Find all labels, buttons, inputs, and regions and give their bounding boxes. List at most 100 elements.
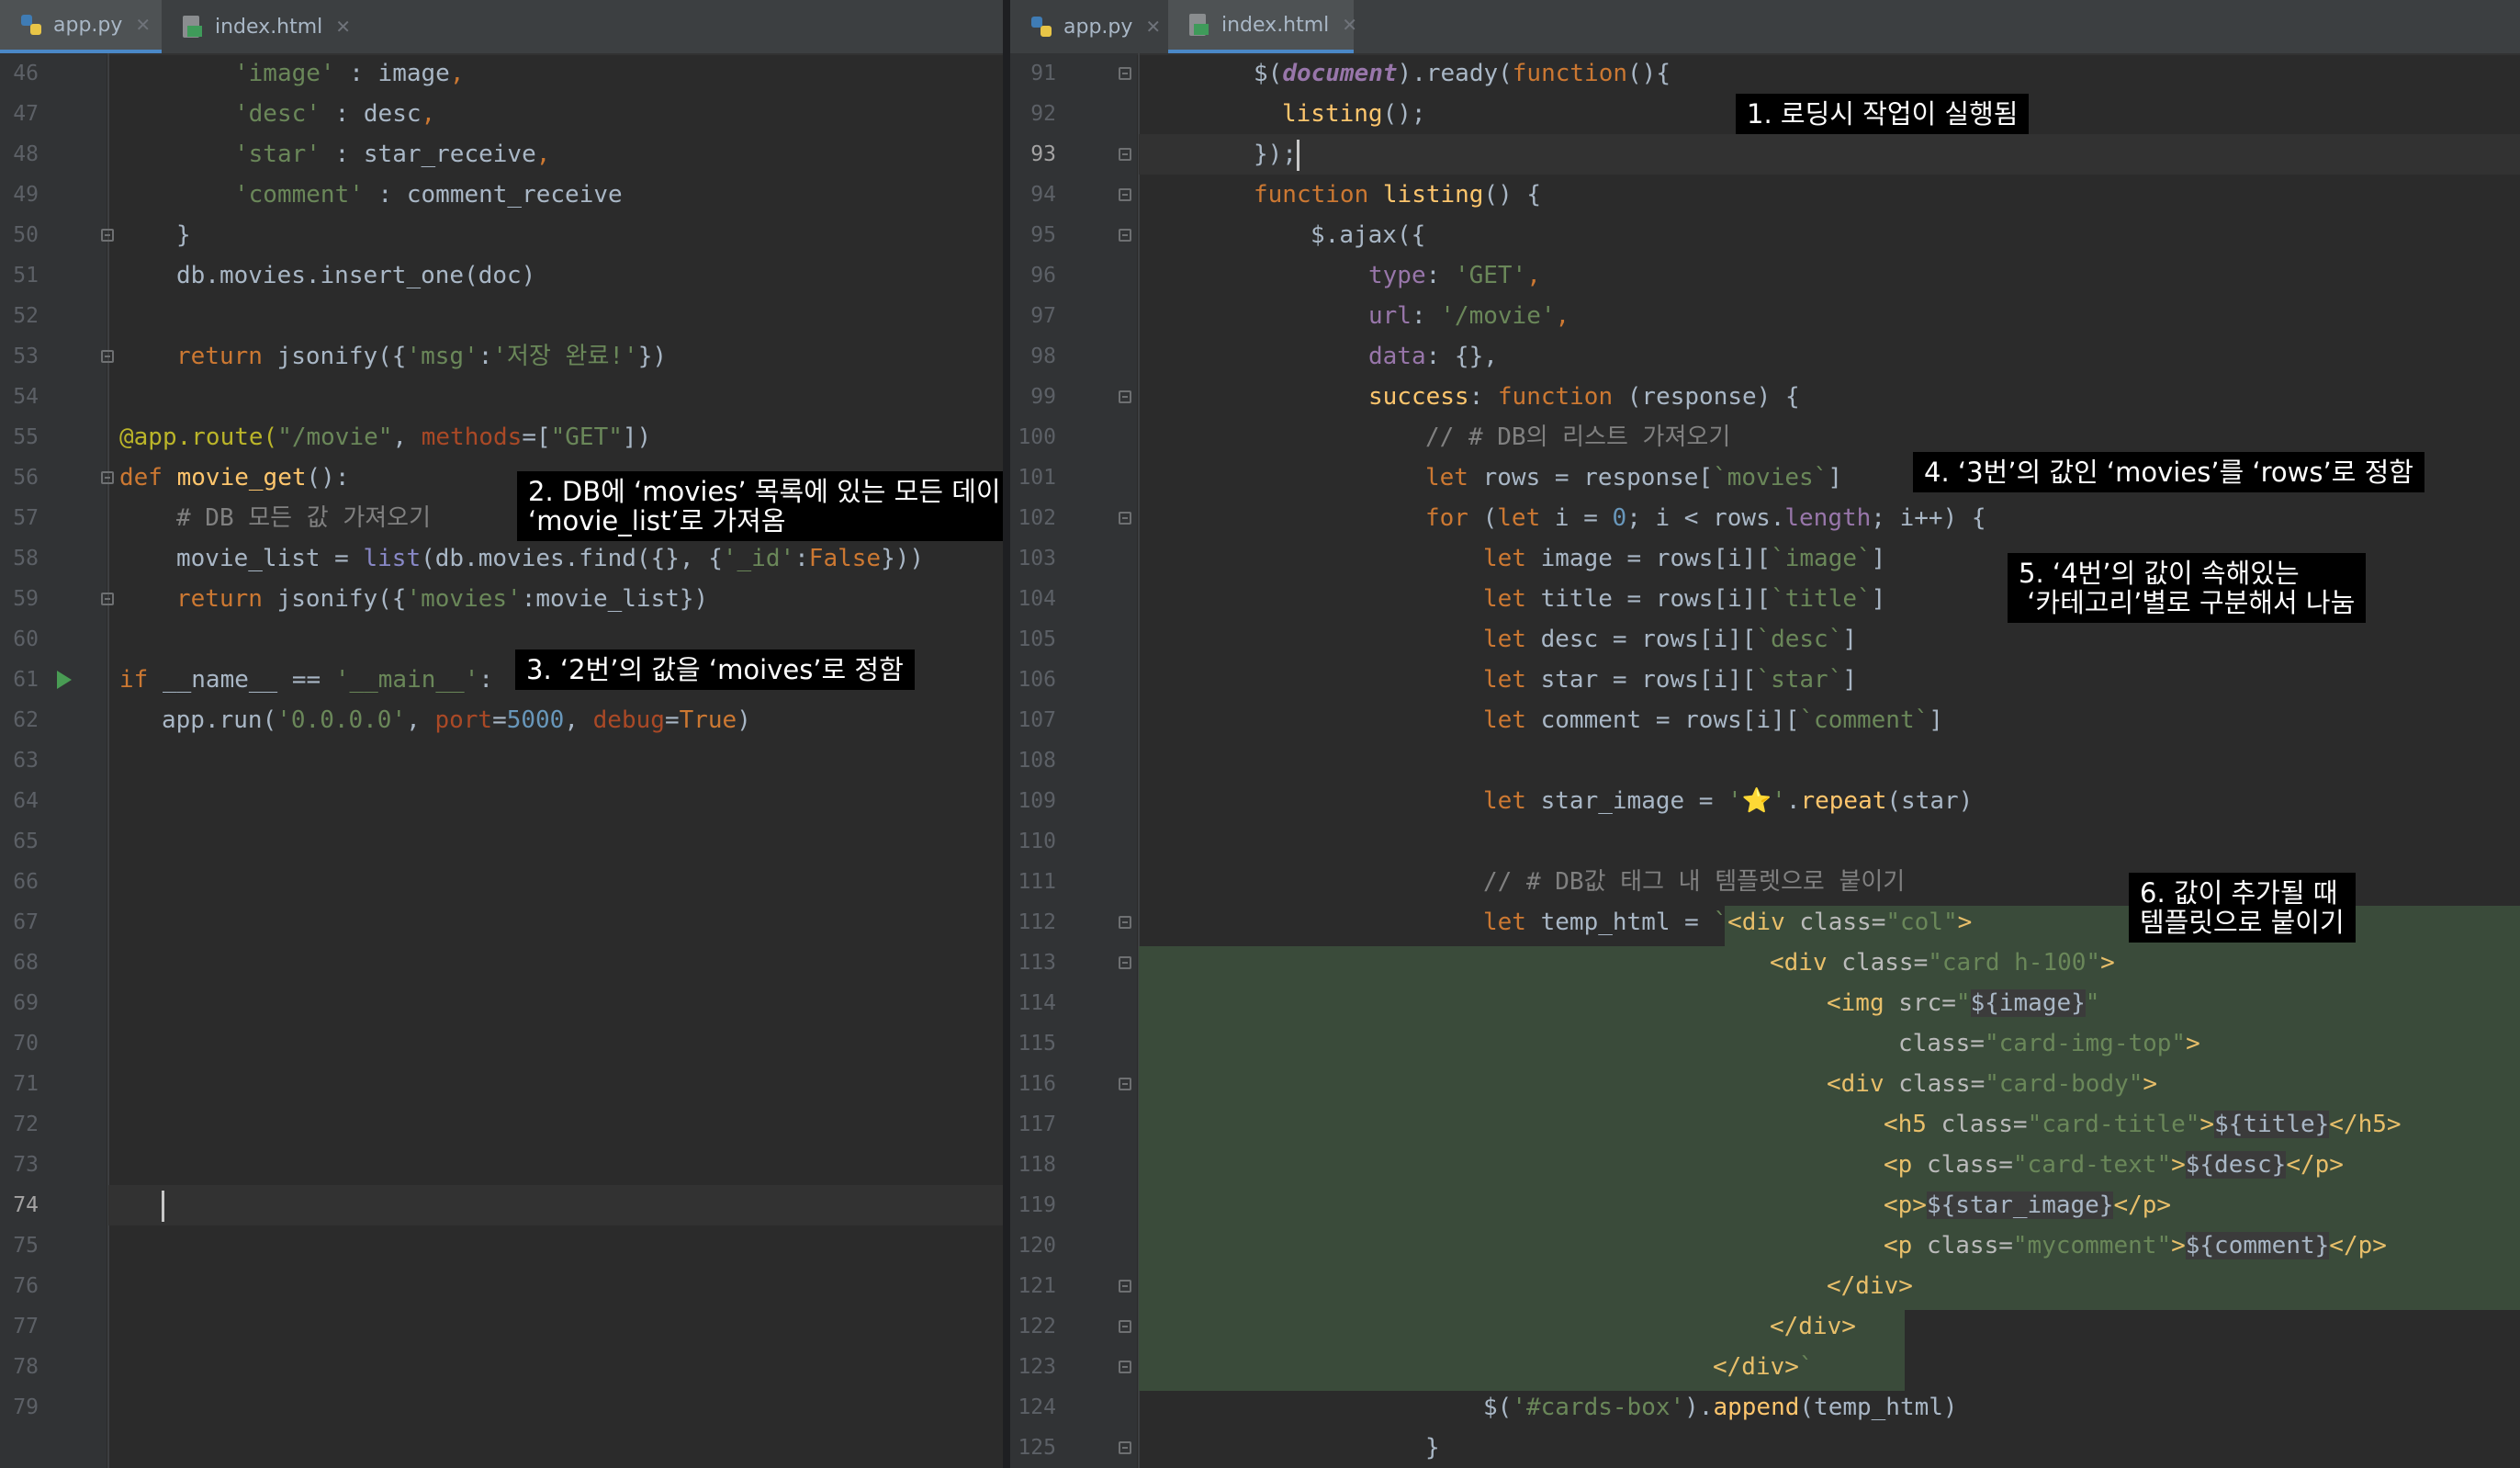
code-line-111[interactable]: // # DB값 태그 내 템플렛으로 붙이기 <box>1483 862 1905 902</box>
code-line-100[interactable]: // # DB의 리스트 가져오기 <box>1425 417 1730 457</box>
fold-marker-icon[interactable] <box>101 350 114 363</box>
code-line-51[interactable]: db.movies.insert_one(doc) <box>176 255 535 296</box>
line-number: 57 <box>13 506 39 530</box>
close-tab-icon[interactable]: ✕ <box>1342 14 1357 36</box>
code-line-96[interactable]: type: 'GET', <box>1368 255 1541 296</box>
code-line-121[interactable]: </div> <box>1827 1266 1913 1306</box>
code-line-57[interactable]: # DB 모든 값 가져오기 <box>176 498 431 538</box>
code-line-117[interactable]: <h5 class="card-title">${title}</h5> <box>1884 1104 2402 1145</box>
code-line-99[interactable]: success: function (response) { <box>1368 377 1800 417</box>
fold-marker-icon[interactable] <box>1119 390 1131 403</box>
close-tab-icon[interactable]: ✕ <box>1145 16 1161 38</box>
line-number: 65 <box>13 830 39 853</box>
line-number: 68 <box>13 951 39 975</box>
code-line-46[interactable]: 'image' : image, <box>234 53 464 94</box>
line-number: 110 <box>1018 830 1056 853</box>
tab-label: index.html <box>1221 13 1330 37</box>
line-number: 53 <box>13 344 39 368</box>
fold-marker-icon[interactable] <box>1119 1320 1131 1333</box>
code-line-59[interactable]: return jsonify({'movies':movie_list}) <box>176 579 708 619</box>
code-line-113[interactable]: <div class="card h-100"> <box>1770 943 2115 983</box>
code-line-61[interactable]: if __name__ == '__main__': <box>119 660 493 700</box>
close-tab-icon[interactable]: ✕ <box>335 16 351 38</box>
line-number: 93 <box>1030 142 1056 166</box>
code-line-119[interactable]: <p>${star_image}</p> <box>1884 1185 2171 1225</box>
line-number: 52 <box>13 304 39 328</box>
code-line-58[interactable]: movie_list = list(db.movies.find({}, {'_… <box>176 538 924 579</box>
fold-marker-icon[interactable] <box>1119 1280 1131 1293</box>
line-number: 69 <box>13 991 39 1015</box>
code-line-104[interactable]: let title = rows[i][`title`] <box>1483 579 1885 619</box>
close-tab-icon[interactable]: ✕ <box>135 14 151 36</box>
code-line-103[interactable]: let image = rows[i][`image`] <box>1483 538 1885 579</box>
code-line-105[interactable]: let desc = rows[i][`desc`] <box>1483 619 1857 660</box>
code-line-122[interactable]: </div> <box>1770 1306 1856 1347</box>
code-line-55[interactable]: @app.route("/movie", methods=["GET"]) <box>119 417 651 457</box>
line-number: 60 <box>13 627 39 651</box>
line-number: 92 <box>1030 102 1056 126</box>
right-tab-bar: app.py ✕ index.html ✕ <box>1010 0 2520 55</box>
line-number: 111 <box>1018 870 1056 894</box>
code-line-106[interactable]: let star = rows[i][`star`] <box>1483 660 1857 700</box>
fold-marker-icon[interactable] <box>1119 188 1131 201</box>
code-line-107[interactable]: let comment = rows[i][`comment`] <box>1483 700 1943 740</box>
tab-app-py[interactable]: app.py ✕ <box>1010 0 1168 53</box>
code-line-53[interactable]: return jsonify({'msg':'저장 완료!'}) <box>176 336 667 377</box>
fold-marker-icon[interactable] <box>1119 148 1131 161</box>
fold-marker-icon[interactable] <box>1119 1361 1131 1373</box>
fold-marker-icon[interactable] <box>101 471 114 484</box>
code-line-98[interactable]: data: {}, <box>1368 336 1498 377</box>
code-line-112[interactable]: let temp_html = `<div class="col"> <box>1483 902 1972 943</box>
code-line-115[interactable]: class="card-img-top"> <box>1898 1023 2200 1064</box>
left-editor-pane: app.py ✕ index.html ✕ 46 47 48 49 50 51 52 53 54… <box>0 0 1003 1468</box>
fold-marker-icon[interactable] <box>1119 512 1131 525</box>
code-line-116[interactable]: <div class="card-body"> <box>1827 1064 2157 1104</box>
code-line-123[interactable]: </div>` <box>1713 1347 1814 1387</box>
code-line-102[interactable]: for (let i = 0; i < rows.length; i++) { <box>1425 498 1986 538</box>
code-line-114[interactable]: <img src="${image}" <box>1827 983 2099 1023</box>
html-file-icon <box>1187 12 1212 38</box>
line-number: 64 <box>13 789 39 813</box>
code-line-92[interactable]: listing(); <box>1282 94 1426 134</box>
fold-marker-icon[interactable] <box>1119 916 1131 929</box>
code-line-124[interactable]: $('#cards-box').append(temp_html) <box>1483 1387 1958 1428</box>
code-line-47[interactable]: 'desc' : desc, <box>234 94 435 134</box>
line-number: 102 <box>1018 506 1056 530</box>
text-caret <box>1297 140 1299 171</box>
code-line-125[interactable]: } <box>1425 1428 1440 1468</box>
tab-app-py[interactable]: app.py ✕ <box>0 0 162 53</box>
code-line-62[interactable]: app.run('0.0.0.0', port=5000, debug=True… <box>162 700 751 740</box>
fold-marker-icon[interactable] <box>101 229 114 242</box>
code-line-50[interactable]: } <box>176 215 191 255</box>
fold-marker-icon[interactable] <box>1119 229 1131 242</box>
line-number: 107 <box>1018 708 1056 732</box>
fold-marker-icon[interactable] <box>1119 1078 1131 1090</box>
fold-marker-icon[interactable] <box>101 593 114 605</box>
code-line-93[interactable]: }); <box>1254 134 1297 175</box>
tab-index-html[interactable]: index.html ✕ <box>162 0 351 53</box>
code-line-101[interactable]: let rows = response[`movies`] <box>1425 457 1842 498</box>
pane-divider[interactable] <box>1003 0 1010 1468</box>
annotation-4: 4. ‘3번’의 값인 ‘movies’를 ‘rows’로 정함 <box>1913 452 2424 492</box>
code-line-94[interactable]: function listing() { <box>1254 175 1541 215</box>
code-line-118[interactable]: <p class="card-text">${desc}</p> <box>1884 1145 2344 1185</box>
line-number: 91 <box>1030 62 1056 85</box>
code-line-49[interactable]: 'comment' : comment_receive <box>234 175 623 215</box>
run-icon[interactable] <box>57 671 72 689</box>
fold-marker-icon[interactable] <box>1119 67 1131 80</box>
code-line-109[interactable]: let star_image = '⭐'.repeat(star) <box>1483 781 1973 821</box>
code-line-91[interactable]: $(document).ready(function(){ <box>1254 53 1671 94</box>
code-line-48[interactable]: 'star' : star_receive, <box>234 134 550 175</box>
fold-marker-icon[interactable] <box>1119 1441 1131 1454</box>
line-number: 100 <box>1018 425 1056 449</box>
code-line-95[interactable]: $.ajax({ <box>1311 215 1425 255</box>
code-line-120[interactable]: <p class="mycomment">${comment}</p> <box>1884 1225 2387 1266</box>
line-number: 75 <box>13 1234 39 1258</box>
line-number: 77 <box>13 1315 39 1338</box>
fold-marker-icon[interactable] <box>1119 956 1131 969</box>
line-number: 113 <box>1018 951 1056 975</box>
tab-index-html[interactable]: index.html ✕ <box>1168 0 1357 53</box>
code-line-97[interactable]: url: '/movie', <box>1368 296 1569 336</box>
code-line-56[interactable]: def movie_get(): <box>119 457 349 498</box>
line-number: 116 <box>1018 1072 1056 1096</box>
